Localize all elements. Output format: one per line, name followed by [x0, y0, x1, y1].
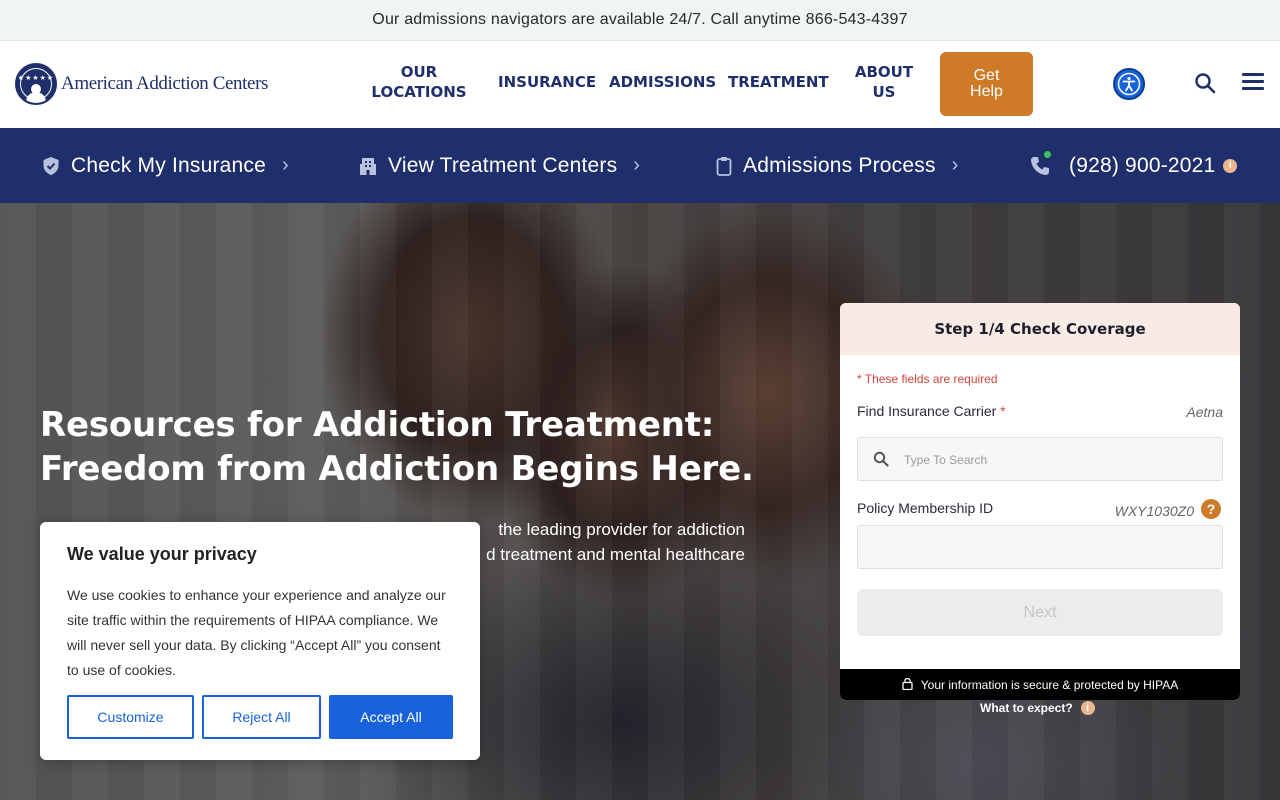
what-to-expect-link[interactable]: What to expect? i — [980, 701, 1095, 715]
next-button[interactable]: Next — [857, 589, 1223, 636]
secure-info-bar: Your information is secure & protected b… — [840, 669, 1240, 700]
info-icon: i — [1080, 701, 1095, 715]
customize-button[interactable]: Customize — [67, 695, 194, 739]
required-note: * These fields are required — [857, 372, 998, 386]
cookie-title: We value your privacy — [67, 544, 257, 564]
logo-text: American Addiction Centers — [61, 73, 268, 94]
cookie-consent-dialog: We value your privacy We use cookies to … — [40, 522, 480, 760]
chevron-right-icon: › — [633, 154, 641, 176]
nav-admissions[interactable]: ADMISSIONS — [609, 72, 716, 92]
lock-icon — [902, 677, 913, 693]
search-icon — [873, 451, 889, 472]
cookie-body: We use cookies to enhance your experienc… — [67, 587, 446, 678]
accessibility-icon[interactable] — [1113, 68, 1145, 100]
logo[interactable]: ★★★★★ American Addiction Centers — [15, 63, 268, 105]
accept-all-button[interactable]: Accept All — [329, 695, 453, 739]
announcement-text: Our admissions navigators are available … — [372, 11, 908, 28]
announcement-bar: Our admissions navigators are available … — [0, 0, 1280, 41]
site-header: ★★★★★ American Addiction Centers OUR LOCA… — [0, 41, 1280, 128]
clipboard-icon — [716, 156, 732, 176]
info-icon[interactable]: i — [1223, 158, 1238, 173]
nav-insurance[interactable]: INSURANCE — [498, 72, 596, 92]
policy-id-input[interactable] — [857, 525, 1223, 569]
nav-about-us[interactable]: ABOUT US — [852, 62, 916, 102]
shield-check-icon — [42, 156, 60, 176]
phone-link[interactable]: (928) 900-2021 i — [1029, 128, 1238, 203]
quick-links-bar: Check My Insurance › View Treatment Cent… — [0, 128, 1280, 203]
nav-our-locations[interactable]: OUR LOCATIONS — [371, 62, 467, 102]
carrier-search-input[interactable]: Type To Search — [857, 437, 1223, 481]
hamburger-menu-icon[interactable] — [1242, 73, 1264, 91]
help-question-icon[interactable]: ? — [1201, 499, 1221, 519]
get-help-button[interactable]: Get Help — [940, 52, 1033, 116]
carrier-hint: Aetna — [1186, 404, 1223, 420]
logo-seal-icon: ★★★★★ — [15, 63, 57, 105]
carrier-label: Find Insurance Carrier * — [857, 403, 1006, 419]
view-treatment-centers-link[interactable]: View Treatment Centers › — [359, 128, 640, 203]
check-coverage-form: Step 1/4 Check Coverage * These fields a… — [840, 303, 1240, 700]
check-insurance-link[interactable]: Check My Insurance › — [42, 128, 289, 203]
form-header: Step 1/4 Check Coverage — [840, 303, 1240, 355]
chevron-right-icon: › — [282, 154, 289, 176]
nav-treatment[interactable]: TREATMENT — [728, 72, 829, 92]
policy-id-label: Policy Membership ID — [857, 500, 994, 516]
hero-title: Resources for Addiction Treatment: Freed… — [40, 405, 754, 489]
admissions-process-link[interactable]: Admissions Process › — [716, 128, 959, 203]
search-icon[interactable] — [1193, 71, 1217, 95]
building-icon — [359, 156, 377, 176]
phone-icon — [1029, 150, 1051, 177]
chevron-right-icon: › — [951, 154, 959, 176]
online-status-dot — [1044, 150, 1051, 158]
reject-all-button[interactable]: Reject All — [202, 695, 321, 739]
policy-id-hint: WXY1030Z0 — [1114, 503, 1194, 519]
